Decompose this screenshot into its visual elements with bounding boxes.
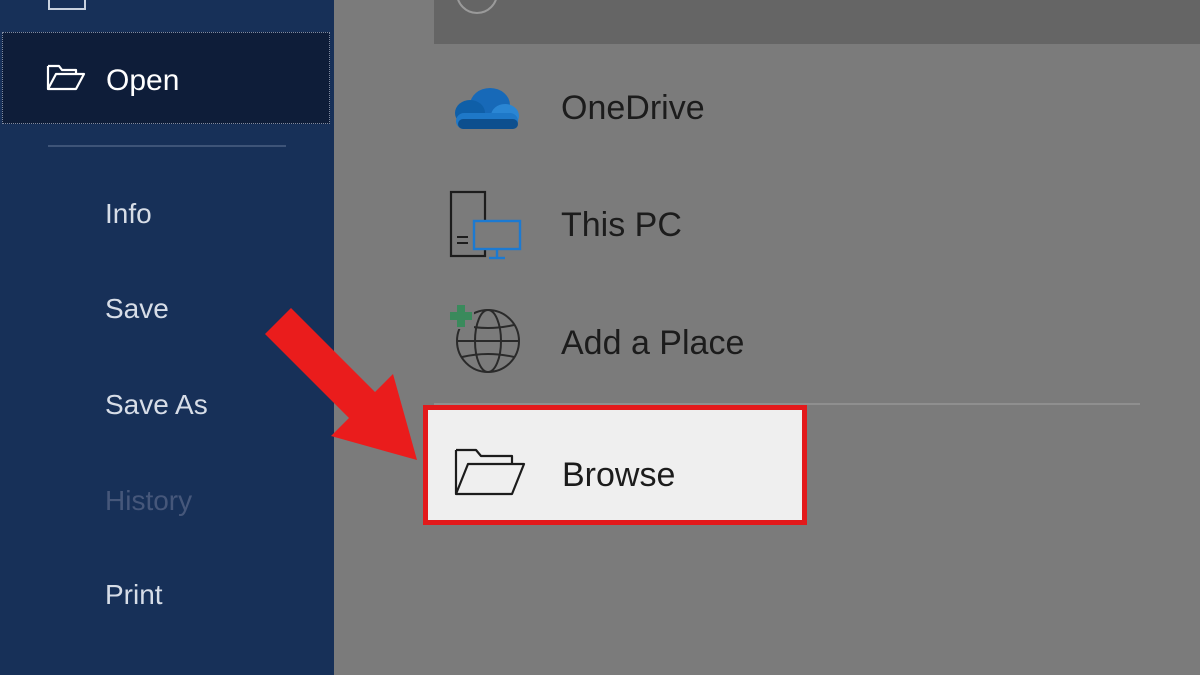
place-label: OneDrive xyxy=(561,89,705,127)
sidebar-item-history: History xyxy=(105,485,193,516)
open-locations-pane: OneDrive This PC Add a Place Browse xyxy=(334,0,1200,675)
sidebar-item-save-as[interactable]: Save As xyxy=(105,389,208,421)
place-onedrive[interactable]: OneDrive xyxy=(434,65,1134,155)
sidebar-item-print[interactable]: Print xyxy=(105,579,163,611)
nav-divider xyxy=(48,145,286,147)
sidebar-item-open[interactable]: Open xyxy=(2,32,330,124)
folder-open-icon xyxy=(46,64,86,91)
folder-open-icon xyxy=(454,448,526,496)
place-this-pc[interactable]: This PC xyxy=(434,183,1134,273)
recent-icon xyxy=(456,0,498,14)
globe-plus-icon xyxy=(448,303,520,373)
place-label: Add a Place xyxy=(561,324,745,362)
red-arrow-annotation xyxy=(265,308,417,460)
sidebar-item-info[interactable]: Info xyxy=(105,198,152,230)
place-label: This PC xyxy=(561,206,682,244)
sidebar-item-save[interactable]: Save xyxy=(105,293,169,325)
browse-button[interactable]: Browse xyxy=(423,405,807,525)
computer-icon xyxy=(449,190,522,260)
recent-item[interactable] xyxy=(434,0,1200,44)
cloud-icon xyxy=(455,88,519,129)
place-add-a-place[interactable]: Add a Place xyxy=(434,300,1134,390)
sidebar-item-label: Open xyxy=(106,64,180,97)
browse-label: Browse xyxy=(562,456,676,494)
back-icon[interactable] xyxy=(48,0,86,10)
